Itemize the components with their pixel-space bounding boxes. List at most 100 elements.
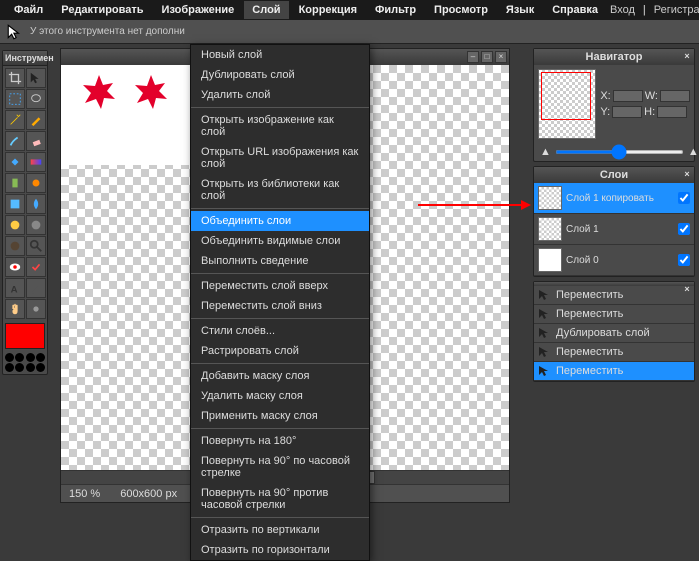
navigator-thumbnail[interactable] [538, 69, 596, 139]
menu-item[interactable]: Открыть URL изображения как слой [191, 142, 369, 174]
foreground-color[interactable] [5, 323, 45, 349]
bucket-tool[interactable] [5, 152, 25, 172]
layer-visibility-checkbox[interactable] [678, 254, 690, 266]
menu-Коррекция[interactable]: Коррекция [291, 1, 365, 19]
lasso-tool[interactable] [26, 89, 46, 109]
menu-item[interactable]: Открыть из библиотеки как слой [191, 174, 369, 206]
eyedropper-tool[interactable] [26, 278, 46, 298]
nav-x-input[interactable] [613, 90, 643, 102]
menubar: ФайлРедактироватьИзображениеСлойКоррекци… [0, 0, 699, 20]
move-icon [538, 346, 550, 358]
eraser-tool[interactable] [26, 131, 46, 151]
extra-tool[interactable] [26, 299, 46, 319]
menu-Язык[interactable]: Язык [498, 1, 542, 19]
crop-tool[interactable] [5, 68, 25, 88]
zoom-slider[interactable] [555, 150, 684, 154]
nav-w-input[interactable] [660, 90, 690, 102]
history-row[interactable]: Переместить [534, 305, 694, 324]
close-button[interactable]: × [495, 51, 507, 63]
layer-row[interactable]: Слой 1 копировать [534, 183, 694, 214]
navigator-title: Навигатор × [534, 49, 694, 65]
menu-item[interactable]: Удалить маску слоя [191, 386, 369, 406]
menu-Редактировать[interactable]: Редактировать [53, 1, 151, 19]
register-link[interactable]: Регистрация [650, 1, 699, 19]
right-panels: Навигатор × X:W: Y:H: ▲ ▲ 150 % Слои [533, 48, 695, 382]
replace-tool[interactable] [26, 173, 46, 193]
history-label: Дублировать слой [556, 327, 650, 339]
move-tool[interactable] [26, 68, 46, 88]
menu-item[interactable]: Переместить слой вниз [191, 296, 369, 316]
zoom-value: 150 % [69, 488, 100, 500]
history-panel: × ПереместитьПереместитьДублировать слой… [533, 281, 695, 382]
menu-item[interactable]: Открыть изображение как слой [191, 110, 369, 142]
history-row[interactable]: Переместить [534, 362, 694, 381]
menu-item[interactable]: Отразить по вертикали [191, 520, 369, 540]
history-row[interactable]: Переместить [534, 286, 694, 305]
menu-item[interactable]: Растрировать слой [191, 341, 369, 361]
hand-tool[interactable] [5, 299, 25, 319]
type-tool[interactable]: A [5, 278, 25, 298]
menu-Справка[interactable]: Справка [544, 1, 606, 19]
brush-tool[interactable] [5, 131, 25, 151]
svg-text:A: A [11, 284, 18, 295]
dodge-tool[interactable] [5, 236, 25, 256]
shape-tool[interactable] [5, 194, 25, 214]
maximize-button[interactable]: □ [481, 51, 493, 63]
menu-item[interactable]: Переместить слой вверх [191, 276, 369, 296]
menu-item[interactable]: Стили слоёв... [191, 321, 369, 341]
wand-tool[interactable] [5, 110, 25, 130]
menu-item[interactable]: Удалить слой [191, 85, 369, 105]
clone-tool[interactable] [5, 173, 25, 193]
menu-Фильтр[interactable]: Фильтр [367, 1, 424, 19]
history-row[interactable]: Дублировать слой [534, 324, 694, 343]
menu-item[interactable]: Повернуть на 180° [191, 431, 369, 451]
main-area: Инструмен A [0, 44, 699, 509]
menubar-items: ФайлРедактироватьИзображениеСлойКоррекци… [6, 1, 606, 19]
sponge-tool[interactable] [5, 215, 25, 235]
menu-Файл[interactable]: Файл [6, 1, 51, 19]
menu-item[interactable]: Повернуть на 90° против часовой стрелки [191, 483, 369, 515]
zoom-tool[interactable] [26, 236, 46, 256]
layer-visibility-checkbox[interactable] [678, 223, 690, 235]
menu-item[interactable]: Выполнить сведение [191, 251, 369, 271]
move-icon [538, 289, 550, 301]
history-row[interactable]: Переместить [534, 343, 694, 362]
layer-name: Слой 1 [566, 224, 674, 235]
panel-close-icon[interactable]: × [682, 169, 692, 179]
menu-item[interactable]: Применить маску слоя [191, 406, 369, 426]
blur-tool[interactable] [26, 194, 46, 214]
menu-Просмотр[interactable]: Просмотр [426, 1, 496, 19]
layer-menu-dropdown: Новый слойДублировать слойУдалить слой От… [190, 44, 370, 561]
redeye-tool[interactable] [5, 257, 25, 277]
smudge-tool[interactable] [26, 215, 46, 235]
zoom-out-icon[interactable]: ▲ [540, 146, 551, 158]
layer-visibility-checkbox[interactable] [678, 192, 690, 204]
layer-row[interactable]: Слой 1 [534, 214, 694, 245]
cursor-icon [6, 23, 24, 41]
zoom-in-icon[interactable]: ▲ [688, 146, 699, 158]
menu-Слой[interactable]: Слой [244, 1, 288, 19]
menu-item[interactable]: Новый слой [191, 45, 369, 65]
menu-Изображение[interactable]: Изображение [154, 1, 243, 19]
menu-item[interactable]: Отразить по горизонтали [191, 540, 369, 560]
nav-h-input[interactable] [657, 106, 687, 118]
menu-item[interactable]: Дублировать слой [191, 65, 369, 85]
history-title: × [534, 282, 694, 286]
login-link[interactable]: Вход [606, 1, 639, 19]
menu-item[interactable]: Добавить маску слоя [191, 366, 369, 386]
history-label: Переместить [556, 289, 623, 301]
pencil-tool[interactable] [26, 110, 46, 130]
menu-item[interactable]: Объединить слои [191, 211, 369, 231]
panel-close-icon[interactable]: × [682, 284, 692, 294]
layer-row[interactable]: Слой 0 [534, 245, 694, 276]
auth-links: Вход | Регистрация [606, 1, 699, 19]
menu-item[interactable]: Объединить видимые слои [191, 231, 369, 251]
panel-close-icon[interactable]: × [682, 51, 692, 61]
color-palette[interactable] [3, 351, 47, 374]
nav-y-input[interactable] [612, 106, 642, 118]
menu-item[interactable]: Повернуть на 90° по часовой стрелке [191, 451, 369, 483]
heal-tool[interactable] [26, 257, 46, 277]
marquee-tool[interactable] [5, 89, 25, 109]
minimize-button[interactable]: – [467, 51, 479, 63]
gradient-tool[interactable] [26, 152, 46, 172]
